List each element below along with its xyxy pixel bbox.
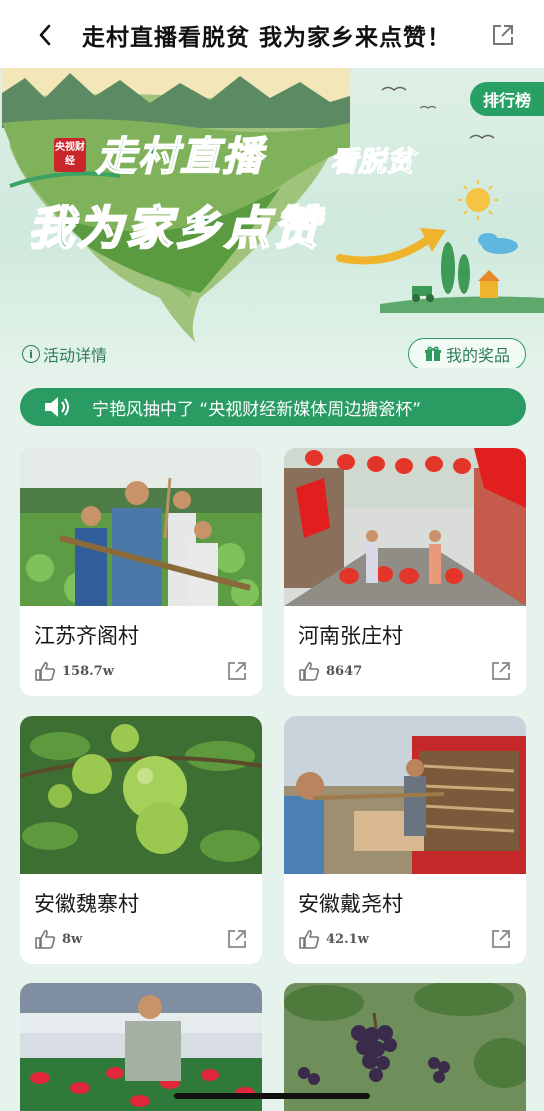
- my-prizes-button[interactable]: 我的奖品: [408, 338, 526, 368]
- leaderboard-tab[interactable]: 排行榜: [470, 82, 544, 116]
- village-name: 江苏齐阁村: [34, 624, 139, 648]
- village-name: 安徽戴尧村: [298, 892, 403, 916]
- announcement-text: 宁艳风抽中了 “央视财经新媒体周边搪瓷杯”: [92, 399, 422, 420]
- village-photo: [284, 448, 526, 606]
- home-indicator[interactable]: [174, 1093, 370, 1099]
- thumbs-up-icon: [299, 661, 320, 681]
- village-name: 河南张庄村: [298, 624, 403, 648]
- thumbs-up-icon: [35, 661, 56, 681]
- village-photo: [284, 983, 526, 1111]
- like-button[interactable]: 158.7w: [34, 660, 114, 682]
- speaker-icon: [45, 397, 69, 417]
- share-icon: [493, 25, 513, 45]
- banner-headline-a: 走村直播: [95, 133, 264, 181]
- share-icon[interactable]: [226, 660, 248, 682]
- banner-headline-b: 看脱贫: [329, 145, 415, 179]
- banner-headline-c: 我为家乡点赞: [27, 200, 322, 256]
- chevron-left-icon: [39, 24, 51, 46]
- like-count: 42.1w: [326, 931, 369, 947]
- village-photo: [20, 448, 262, 606]
- like-button[interactable]: 8w: [34, 928, 82, 950]
- activity-details-label: 活动详情: [43, 346, 108, 365]
- top-nav-bar: 走村直播看脱贫 我为家乡来点赞！: [0, 0, 544, 68]
- village-card[interactable]: 江苏齐阁村 158.7w: [20, 448, 262, 696]
- winner-announcement: 宁艳风抽中了 “央视财经新媒体周边搪瓷杯”: [20, 388, 526, 426]
- village-card[interactable]: 安徽戴尧村 42.1w: [284, 716, 526, 964]
- page-title: 走村直播看脱贫 我为家乡来点赞！: [82, 25, 452, 51]
- like-count: 8647: [326, 663, 363, 679]
- village-photo: [20, 983, 262, 1111]
- village-card[interactable]: [284, 983, 526, 1111]
- like-button[interactable]: 8647: [298, 660, 362, 682]
- like-count: 8w: [62, 931, 83, 947]
- village-name: 安徽魏寨村: [34, 892, 139, 916]
- village-card[interactable]: 安徽魏寨村 8w: [20, 716, 262, 964]
- village-card[interactable]: [20, 983, 262, 1111]
- cctv-finance-logo: 央视财经: [54, 138, 86, 172]
- like-count: 158.7w: [62, 663, 114, 679]
- village-photo: [284, 716, 526, 874]
- back-button[interactable]: [30, 20, 60, 50]
- campaign-banner: 排行榜 央视财经 走村直播 看脱贫 我为家乡点赞 i 活动详情 我的奖品: [0, 68, 544, 368]
- village-card[interactable]: 河南张庄村 8647: [284, 448, 526, 696]
- info-icon: i: [22, 345, 40, 363]
- thumbs-up-icon: [35, 929, 56, 949]
- thumbs-up-icon: [299, 929, 320, 949]
- like-button[interactable]: 42.1w: [298, 928, 369, 950]
- share-icon[interactable]: [490, 660, 512, 682]
- my-prizes-label: 我的奖品: [445, 346, 510, 365]
- share-icon[interactable]: [490, 928, 512, 950]
- activity-details-link[interactable]: i 活动详情: [22, 342, 107, 366]
- village-photo: [20, 716, 262, 874]
- share-icon[interactable]: [226, 928, 248, 950]
- gift-icon: [424, 346, 441, 361]
- share-button[interactable]: [490, 22, 516, 48]
